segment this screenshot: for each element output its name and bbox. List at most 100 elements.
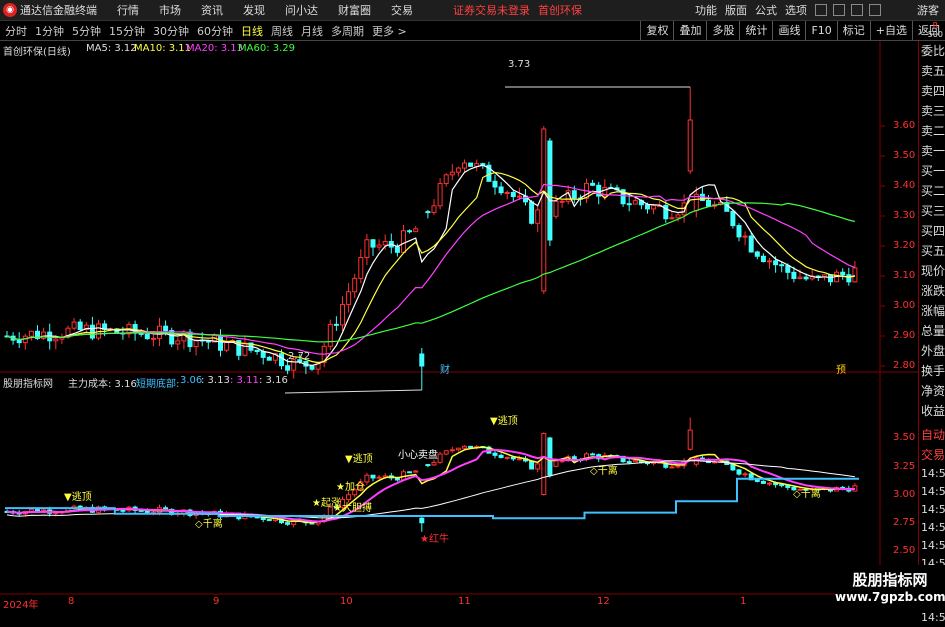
guest-label[interactable]: 游客 xyxy=(917,2,939,18)
menu-wenxiaoda[interactable]: 问小达 xyxy=(285,2,318,18)
menu-hangqing[interactable]: 行情 xyxy=(117,2,139,18)
candle-body xyxy=(754,251,760,257)
tool-f10[interactable]: F10 xyxy=(805,21,836,40)
sub-candle-body xyxy=(443,450,449,455)
side-time-1: 14:56 xyxy=(921,485,945,498)
side-item-11[interactable]: 现价 xyxy=(919,261,945,281)
menu-zixun[interactable]: 资讯 xyxy=(201,2,223,18)
skin-icon[interactable] xyxy=(815,4,827,16)
sub-value-4: : 3.16 xyxy=(259,375,288,386)
sub-candle-body xyxy=(541,432,547,496)
period-multi[interactable]: 多周期 xyxy=(331,23,364,39)
price-tick: 3.10 xyxy=(893,270,916,281)
side-item-5[interactable]: 卖一 xyxy=(919,141,945,161)
sub-candle-body xyxy=(285,522,291,525)
period-5min[interactable]: 5分钟 xyxy=(72,23,101,39)
side-item-6[interactable]: 买一 xyxy=(919,161,945,181)
high-price-label: 3.73 xyxy=(508,59,531,70)
candle-body xyxy=(150,337,156,340)
maximize-icon[interactable] xyxy=(851,4,863,16)
sub-candle-body xyxy=(760,480,766,484)
stock-title: 首创环保 xyxy=(538,4,582,17)
period-30min[interactable]: 30分钟 xyxy=(153,23,189,39)
side-item-8[interactable]: 买三 xyxy=(919,201,945,221)
candle-body xyxy=(852,267,858,283)
side-item-18[interactable]: 收益 xyxy=(919,401,945,421)
period-daily[interactable]: 日线 xyxy=(241,23,263,39)
side-item-9[interactable]: 买四 xyxy=(919,221,945,241)
period-monthly[interactable]: 月线 xyxy=(301,23,323,39)
r500-badge[interactable]: R 500 xyxy=(928,21,943,39)
period-60min[interactable]: 60分钟 xyxy=(197,23,233,39)
side-item-14[interactable]: 总量 xyxy=(919,321,945,341)
price-tick: 3.00 xyxy=(893,300,916,311)
period-more[interactable]: 更多 > xyxy=(372,23,407,39)
candle-body xyxy=(205,340,211,343)
tool-duogu[interactable]: 多股 xyxy=(706,21,739,40)
tool-biaoji[interactable]: 标记 xyxy=(836,21,870,40)
side-item-4[interactable]: 卖二 xyxy=(919,121,945,141)
price-tick: 3.20 xyxy=(893,240,916,251)
menu-gongshi[interactable]: 公式 xyxy=(755,2,777,18)
menu-faxian[interactable]: 发现 xyxy=(243,2,265,18)
tool-fuquan[interactable]: 复权 xyxy=(640,21,673,40)
candle-body xyxy=(333,323,339,326)
side-item-3[interactable]: 卖三 xyxy=(919,101,945,121)
side-item-17[interactable]: 净资 xyxy=(919,381,945,401)
side-item-15[interactable]: 外盘 xyxy=(919,341,945,361)
menu-caifuquan[interactable]: 财富圈 xyxy=(338,2,371,18)
sub-tick: 2.50 xyxy=(893,545,916,556)
low-marker xyxy=(284,389,422,394)
candle-body xyxy=(279,353,284,367)
sub-candle-body xyxy=(553,460,559,467)
menu-gongneng[interactable]: 功能 xyxy=(695,2,717,18)
side-item-10[interactable]: 买五 xyxy=(919,241,945,261)
sub-candle-body xyxy=(120,509,126,512)
side-item-1[interactable]: 卖五 xyxy=(919,61,945,81)
period-15min[interactable]: 15分钟 xyxy=(109,23,145,39)
side-item-7[interactable]: 买二 xyxy=(919,181,945,201)
period-weekly[interactable]: 周线 xyxy=(271,23,293,39)
login-status[interactable]: 证券交易未登录 xyxy=(453,2,530,18)
close-icon[interactable] xyxy=(869,4,881,16)
candle-body xyxy=(455,167,461,173)
period-fenshi[interactable]: 分时 xyxy=(5,23,27,39)
chart-area[interactable] xyxy=(0,41,918,609)
side-item-12[interactable]: 涨跌 xyxy=(919,281,945,301)
tool-tongji[interactable]: 统计 xyxy=(739,21,772,40)
event-yu-label[interactable]: 预 xyxy=(836,361,846,376)
candle-body xyxy=(748,235,754,253)
tool-zixuan[interactable]: +自选 xyxy=(869,21,912,40)
period-1min[interactable]: 1分钟 xyxy=(35,23,64,39)
candle-body xyxy=(645,204,650,210)
sub-candle-body xyxy=(736,469,742,475)
tool-huaxian[interactable]: 画线 xyxy=(772,21,805,40)
sub-candle-body xyxy=(535,463,541,470)
date-axis-label: 1 xyxy=(740,596,747,607)
candle-body xyxy=(730,210,736,227)
menu-xuanxiang[interactable]: 选项 xyxy=(785,2,807,18)
minimize-icon[interactable] xyxy=(833,4,845,16)
candle-body xyxy=(462,162,467,169)
candle-body xyxy=(443,174,449,185)
side-item-0[interactable]: 委比 xyxy=(919,41,945,61)
candle-body xyxy=(687,119,693,172)
candle-body xyxy=(516,195,522,198)
sub-candle-body xyxy=(492,452,498,456)
side-auto-item-0[interactable]: 自动 xyxy=(919,425,945,445)
tool-diejia[interactable]: 叠加 xyxy=(673,21,706,40)
menu-shichang[interactable]: 市场 xyxy=(159,2,181,18)
side-auto-item-1[interactable]: 交易 xyxy=(919,445,945,465)
candle-body xyxy=(89,324,95,339)
candle-body xyxy=(626,203,632,206)
candle-body xyxy=(394,246,400,253)
side-item-2[interactable]: 卖四 xyxy=(919,81,945,101)
event-cai-label[interactable]: 财 xyxy=(440,361,450,376)
menu-jiaoyi[interactable]: 交易 xyxy=(391,2,413,18)
ma5-line xyxy=(6,164,856,367)
menu-banmian[interactable]: 版面 xyxy=(725,2,747,18)
side-item-13[interactable]: 涨幅 xyxy=(919,301,945,321)
side-item-16[interactable]: 换手 xyxy=(919,361,945,381)
price-tick: 2.80 xyxy=(893,360,916,371)
sub-tick: 3.25 xyxy=(893,461,916,472)
